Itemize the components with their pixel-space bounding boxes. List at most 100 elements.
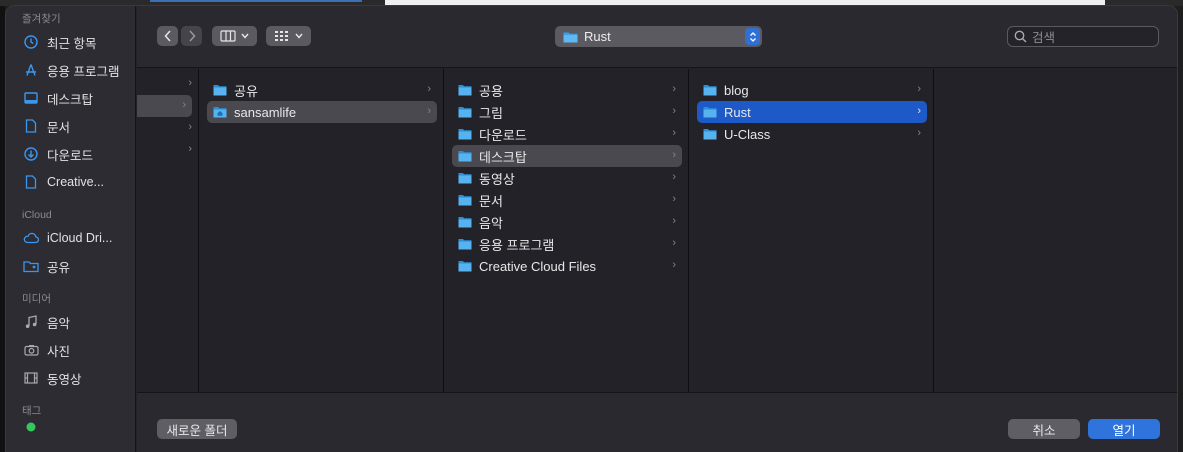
chevron-right-icon: › <box>188 77 192 89</box>
toolbar: Rust 검색 <box>137 6 1177 68</box>
list-item[interactable]: › <box>137 139 198 161</box>
sidebar-item-photos[interactable]: 사진 <box>6 336 135 364</box>
list-item-label: Creative Cloud Files <box>479 258 597 274</box>
path-popup[interactable]: Rust <box>555 26 762 47</box>
camera-icon <box>23 342 39 358</box>
column-2: 공유 › sansamlife › <box>199 69 444 392</box>
chevron-right-icon: › <box>672 237 676 249</box>
list-item[interactable]: › <box>137 95 192 117</box>
list-item-label: U-Class <box>724 126 771 142</box>
sidebar-item-icloud-drive[interactable]: iCloud Dri... <box>6 224 135 252</box>
sidebar-item-label: Creative... <box>47 175 104 189</box>
folder-icon <box>458 260 472 272</box>
list-item-label: 그림 <box>479 105 503 121</box>
view-mode-button[interactable] <box>212 26 257 46</box>
list-item-label: blog <box>724 82 749 98</box>
sidebar-item-label: 공유 <box>47 260 71 275</box>
folder-icon <box>213 84 227 96</box>
search-field[interactable]: 검색 <box>1007 26 1159 47</box>
list-item[interactable]: 공유 › <box>207 79 437 101</box>
path-popup-label: Rust <box>584 29 611 44</box>
back-button[interactable] <box>157 26 178 46</box>
list-item[interactable]: 데스크탑 › <box>452 145 682 167</box>
sidebar-item-label: 사진 <box>47 344 71 359</box>
list-item[interactable]: 음악 › <box>452 211 682 233</box>
sidebar-item-creative-cloud[interactable]: Creative... <box>6 168 135 196</box>
shared-folder-icon <box>23 258 39 274</box>
list-item[interactable]: sansamlife › <box>207 101 437 123</box>
sidebar-item-label: 다운로드 <box>47 148 94 163</box>
list-item[interactable]: › <box>137 117 198 139</box>
desktop-icon <box>23 90 39 106</box>
folder-icon <box>458 106 472 118</box>
list-item[interactable]: U-Class › <box>697 123 927 145</box>
open-button[interactable]: 열기 <box>1088 419 1160 439</box>
column-browser: › › › › 공유 › sansamlife › 공용 › 그림 › 다운로드 › 데스크… <box>137 69 1177 392</box>
group-button[interactable] <box>266 26 311 46</box>
folder-icon <box>458 238 472 250</box>
sidebar-item-tag-partial[interactable] <box>6 420 135 434</box>
folder-icon <box>458 194 472 206</box>
home-folder-icon <box>213 106 227 118</box>
list-item[interactable]: 동영상 › <box>452 167 682 189</box>
column-5 <box>934 69 1177 392</box>
list-item[interactable]: 응용 프로그램 › <box>452 233 682 255</box>
sidebar-item-downloads[interactable]: 다운로드 <box>6 140 135 168</box>
folder-icon <box>458 172 472 184</box>
chevron-right-icon: › <box>427 105 431 117</box>
list-item[interactable]: 문서 › <box>452 189 682 211</box>
sidebar-section-media: 미디어 <box>22 293 51 305</box>
updown-chevron-icon <box>745 28 760 45</box>
tag-green-icon <box>23 420 39 434</box>
list-item[interactable]: 공용 › <box>452 79 682 101</box>
sidebar-item-movies[interactable]: 동영상 <box>6 364 135 392</box>
folder-icon <box>703 84 717 96</box>
sidebar-item-label: 응용 프로그램 <box>47 64 120 79</box>
film-icon <box>23 370 39 386</box>
cancel-button[interactable]: 취소 <box>1008 419 1080 439</box>
column-3: 공용 › 그림 › 다운로드 › 데스크탑 › 동영상 › 문서 › 음악 › 응용 프로그램 › Creati… <box>444 69 689 392</box>
chevron-right-icon: › <box>672 83 676 95</box>
list-item-label: 음악 <box>479 215 503 231</box>
chevron-right-icon <box>188 30 196 42</box>
sidebar-item-shared[interactable]: 공유 <box>6 252 135 280</box>
chevron-right-icon: › <box>427 83 431 95</box>
sidebar-item-music[interactable]: 음악 <box>6 308 135 336</box>
folder-icon <box>458 216 472 228</box>
chevron-right-icon: › <box>917 83 921 95</box>
chevron-down-icon <box>241 33 249 39</box>
list-item[interactable]: blog › <box>697 79 927 101</box>
sidebar-item-recents[interactable]: 최근 항목 <box>6 28 135 56</box>
chevron-right-icon: › <box>188 143 192 155</box>
folder-icon <box>703 128 717 140</box>
chevron-left-icon <box>163 30 172 42</box>
sidebar-item-applications[interactable]: 응용 프로그램 <box>6 56 135 84</box>
sidebar-item-documents[interactable]: 문서 <box>6 112 135 140</box>
list-item[interactable]: 그림 › <box>452 101 682 123</box>
sidebar: 즐겨찾기 최근 항목 응용 프로그램 데스크탑 문서 다운로드 Creative… <box>6 6 136 452</box>
sidebar-item-label: 데스크탑 <box>47 92 94 107</box>
forward-button[interactable] <box>181 26 202 46</box>
list-item[interactable]: › <box>137 73 198 95</box>
list-item[interactable]: Creative Cloud Files › <box>452 255 682 277</box>
chevron-right-icon: › <box>672 105 676 117</box>
new-folder-button[interactable]: 새로운 폴더 <box>157 419 237 439</box>
folder-icon <box>703 106 717 118</box>
sidebar-section-tags: 태그 <box>22 405 42 417</box>
sidebar-item-desktop[interactable]: 데스크탑 <box>6 84 135 112</box>
sidebar-section-icloud: iCloud <box>22 209 52 221</box>
sidebar-item-label: 동영상 <box>47 372 82 387</box>
open-file-dialog: 즐겨찾기 최근 항목 응용 프로그램 데스크탑 문서 다운로드 Creative… <box>5 5 1178 452</box>
folder-icon <box>458 84 472 96</box>
list-item[interactable]: 다운로드 › <box>452 123 682 145</box>
list-item-label: Rust <box>724 104 751 120</box>
chevron-right-icon: › <box>672 171 676 183</box>
sidebar-item-label: 문서 <box>47 120 71 135</box>
chevron-down-icon <box>295 33 303 39</box>
list-item[interactable]: Rust › <box>697 101 927 123</box>
footer-bar: 새로운 폴더 취소 열기 <box>137 392 1177 452</box>
chevron-right-icon: › <box>672 127 676 139</box>
folder-icon <box>458 150 472 162</box>
list-item-label: 문서 <box>479 193 503 209</box>
list-item-label: 공용 <box>479 83 503 99</box>
